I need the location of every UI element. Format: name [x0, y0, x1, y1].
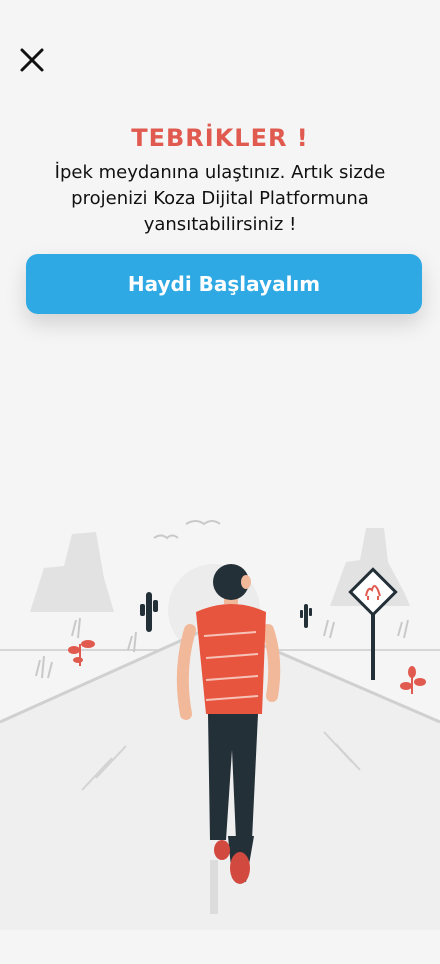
success-message: İpek meydanına ulaştınız. Artık sizde pr… — [54, 162, 386, 235]
lets-start-button-label: Haydi Başlayalım — [127, 272, 321, 296]
lets-start-button[interactable]: Haydi Başlayalım — [26, 254, 422, 314]
red-plant-left — [68, 640, 95, 666]
cactus-left — [140, 592, 158, 632]
page-title: TEBRİKLER ! — [131, 124, 309, 152]
bird — [153, 534, 179, 540]
camel-road-sign — [348, 567, 398, 680]
cactus-right — [300, 604, 312, 628]
mesa-left — [30, 532, 114, 612]
close-icon — [20, 48, 44, 72]
walking-person-illustration — [0, 520, 440, 930]
red-plant-right — [400, 666, 426, 694]
close-button[interactable] — [16, 44, 48, 76]
bird — [185, 520, 221, 526]
